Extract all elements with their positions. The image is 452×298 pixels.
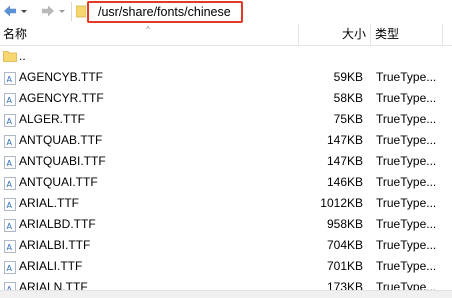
file-size: 58KB [333, 91, 363, 105]
toolbar: /usr/share/fonts/chinese [0, 0, 452, 24]
horizontal-scrollbar[interactable] [0, 290, 452, 298]
file-type: TrueType... [376, 280, 437, 290]
file-type: TrueType... [376, 91, 437, 105]
file-name: ARIAL.TTF [19, 196, 80, 210]
arrow-right-icon [42, 5, 54, 17]
chevron-down-icon [21, 10, 27, 13]
back-button[interactable] [2, 3, 18, 19]
file-name: ARIALBI.TTF [19, 238, 91, 252]
svg-text:A: A [7, 201, 13, 210]
column-divider[interactable] [298, 24, 299, 45]
parent-directory-row[interactable]: .. [0, 46, 452, 67]
file-type: TrueType... [376, 154, 437, 168]
svg-text:A: A [7, 75, 13, 84]
column-name-header[interactable]: 名称 [3, 24, 27, 45]
file-row[interactable]: A ARIAL.TTF 1012KB TrueType... [0, 193, 452, 214]
svg-text:A: A [7, 180, 13, 189]
file-name: ARIALI.TTF [19, 259, 83, 273]
file-size: 147KB [326, 154, 363, 168]
svg-text:A: A [7, 138, 13, 147]
file-list: .. A AGENCYB.TTF 59KB TrueType... A AGENCYR.T… [0, 46, 452, 290]
back-dropdown-button[interactable] [20, 3, 28, 19]
folder-icon [75, 4, 87, 21]
file-row[interactable]: A AGENCYB.TTF 59KB TrueType... [0, 67, 452, 88]
file-type: TrueType... [376, 196, 437, 210]
file-row[interactable]: A AGENCYR.TTF 58KB TrueType... [0, 88, 452, 109]
file-size: 147KB [326, 133, 363, 147]
file-size: 704KB [326, 238, 363, 252]
file-size: 75KB [333, 112, 363, 126]
file-size: 146KB [326, 175, 363, 189]
file-type: TrueType... [376, 259, 437, 273]
file-type: TrueType... [376, 238, 437, 252]
file-row[interactable]: A ANTQUAI.TTF 146KB TrueType... [0, 172, 452, 193]
file-name: ARIALBD.TTF [19, 217, 96, 231]
svg-text:A: A [7, 96, 13, 105]
column-type-header[interactable]: 类型 [375, 24, 399, 45]
file-type: TrueType... [376, 175, 437, 189]
svg-text:A: A [7, 222, 13, 231]
arrow-left-icon [4, 5, 16, 17]
file-row[interactable]: A ARIALBI.TTF 704KB TrueType... [0, 235, 452, 256]
sort-arrow-icon: ^ [146, 25, 150, 34]
file-row[interactable]: A ARIALI.TTF 701KB TrueType... [0, 256, 452, 277]
forward-button[interactable] [40, 3, 56, 19]
file-name: ANTQUABI.TTF [19, 154, 106, 168]
file-name: .. [19, 49, 26, 63]
chevron-down-icon [59, 10, 65, 13]
file-size: 173KB [326, 280, 363, 290]
svg-text:A: A [7, 243, 13, 252]
font-file-icon: A [4, 281, 16, 290]
file-type: TrueType... [376, 133, 437, 147]
toolbar-separator [71, 2, 72, 21]
file-type: TrueType... [376, 112, 437, 126]
file-type: TrueType... [376, 70, 437, 84]
file-row[interactable]: A ANTQUABI.TTF 147KB TrueType... [0, 151, 452, 172]
svg-text:A: A [7, 264, 13, 273]
file-size: 701KB [326, 259, 363, 273]
file-type: TrueType... [376, 217, 437, 231]
column-header: 名称 大小 类型 [0, 24, 452, 46]
svg-text:A: A [7, 159, 13, 168]
file-row[interactable]: A ALGER.TTF 75KB TrueType... [0, 109, 452, 130]
column-divider[interactable] [370, 24, 371, 45]
column-size-header[interactable]: 大小 [338, 24, 366, 45]
svg-text:A: A [7, 117, 13, 126]
file-row[interactable]: A ANTQUAB.TTF 147KB TrueType... [0, 130, 452, 151]
file-name: AGENCYR.TTF [19, 91, 104, 105]
file-name: ANTQUAB.TTF [19, 133, 103, 147]
file-name: ANTQUAI.TTF [19, 175, 98, 189]
file-row[interactable]: A ARIALBD.TTF 958KB TrueType... [0, 214, 452, 235]
file-size: 59KB [333, 70, 363, 84]
file-name: ARIALN.TTF [19, 280, 88, 290]
forward-dropdown-button[interactable] [58, 3, 66, 19]
address-bar[interactable]: /usr/share/fonts/chinese [87, 1, 243, 23]
column-divider[interactable] [442, 24, 443, 45]
file-size: 1012KB [320, 196, 363, 210]
file-name: ALGER.TTF [19, 112, 86, 126]
file-row[interactable]: A ARIALN.TTF 173KB TrueType... [0, 277, 452, 290]
file-name: AGENCYB.TTF [19, 70, 104, 84]
file-size: 958KB [326, 217, 363, 231]
